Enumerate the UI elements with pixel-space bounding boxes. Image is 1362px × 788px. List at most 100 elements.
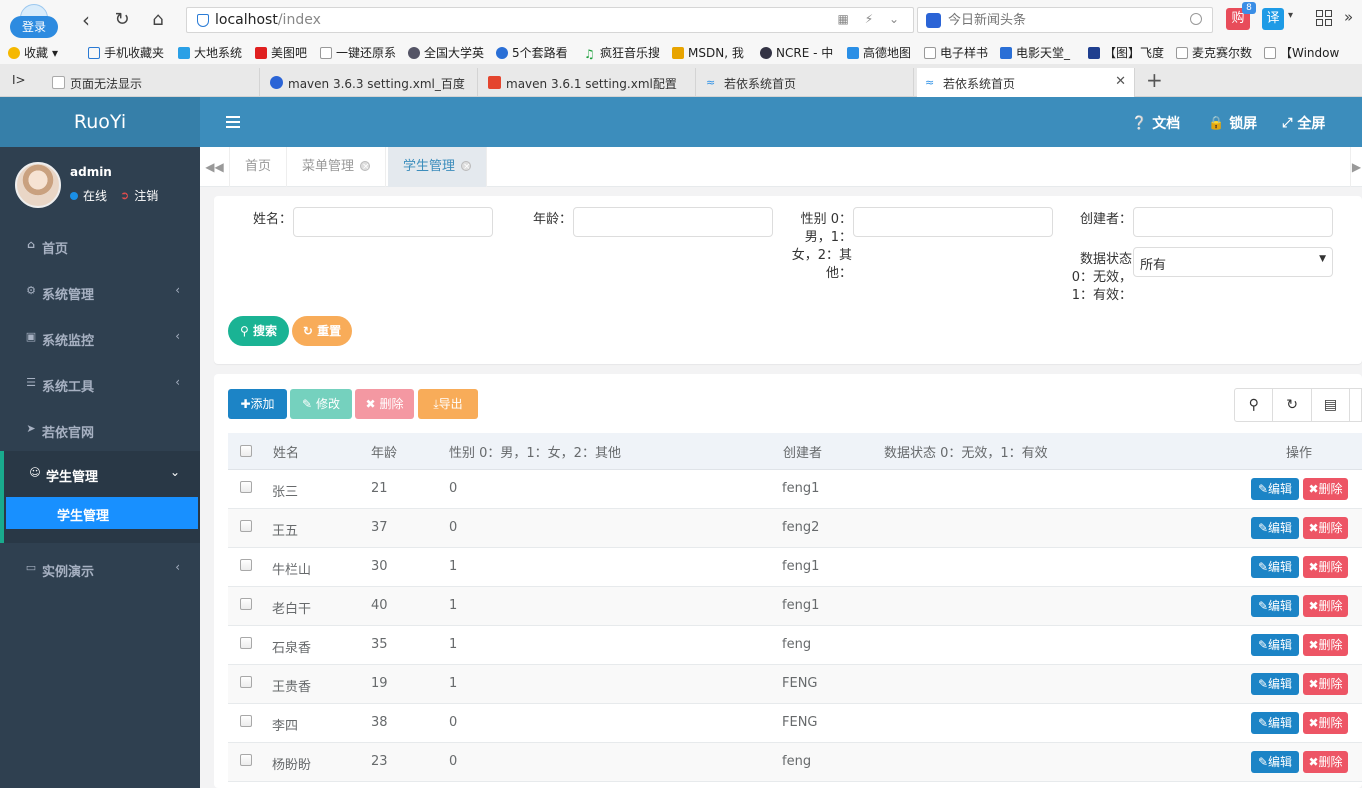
chevron-down-icon[interactable]: ▾ — [1288, 10, 1293, 21]
reset-button[interactable]: ↻ 重置 — [292, 316, 352, 346]
tabs-scroll-left-icon[interactable]: ◀◀ — [200, 147, 230, 187]
bookmark-item[interactable]: 高德地图 — [847, 44, 911, 61]
bookmark-item[interactable]: 麦克赛尔数 — [1176, 44, 1252, 61]
logout-icon[interactable]: ➲ — [120, 189, 129, 202]
search-icon[interactable] — [1190, 13, 1202, 25]
row-edit-button[interactable]: ✎编辑 — [1251, 478, 1299, 500]
name-input[interactable] — [293, 207, 493, 237]
tabs-scroll-right-icon[interactable]: ▶ — [1350, 147, 1362, 187]
row-checkbox[interactable] — [240, 754, 252, 766]
row-edit-button[interactable]: ✎编辑 — [1251, 517, 1299, 539]
bookmark-item[interactable]: MSDN, 我 — [672, 44, 744, 61]
edit-button[interactable]: ✎ 修改 — [290, 389, 352, 419]
back-icon[interactable]: ‹ — [74, 8, 98, 32]
table-row[interactable]: 王五 37 0 feng2 ✎编辑 ✖删除 — [228, 509, 1362, 548]
sidebar-item-website[interactable]: ➤ 若依官网 — [0, 407, 200, 453]
logout-link[interactable]: 注销 — [134, 187, 158, 204]
row-edit-button[interactable]: ✎编辑 — [1251, 595, 1299, 617]
row-checkbox[interactable] — [240, 676, 252, 688]
bookmark-item[interactable]: 一键还原系 — [320, 44, 396, 61]
table-row[interactable]: 李四 38 0 FENG ✎编辑 ✖删除 — [228, 704, 1362, 743]
new-tab-icon[interactable]: + — [1146, 68, 1163, 92]
browser-tab[interactable]: maven 3.6.3 setting.xml_百度 — [262, 68, 478, 97]
lock-screen-link[interactable]: 🔒 锁屏 — [1208, 113, 1257, 133]
bookmark-item[interactable]: 【Window — [1264, 44, 1339, 61]
column-header[interactable]: 年龄 — [371, 442, 397, 461]
row-checkbox[interactable] — [240, 715, 252, 727]
age-input[interactable] — [573, 207, 773, 237]
row-delete-button[interactable]: ✖删除 — [1303, 556, 1348, 578]
tab-student[interactable]: 学生管理 — [388, 147, 488, 187]
search-button[interactable]: ⚲ 搜索 — [228, 316, 289, 346]
browser-tab[interactable]: maven 3.6.1 setting.xml配置 — [480, 68, 696, 97]
columns-icon[interactable]: ▤ — [1312, 389, 1351, 421]
sidebar-item-home[interactable]: ⌂ 首页 — [0, 223, 200, 269]
browser-tab[interactable]: ≈ 若依系统首页 — [698, 68, 914, 97]
row-checkbox[interactable] — [240, 520, 252, 532]
address-tools-icon[interactable]: ▦ ⚡ ⌄ — [838, 12, 905, 26]
table-row[interactable]: 老白干 40 1 feng1 ✎编辑 ✖删除 — [228, 587, 1362, 626]
browser-tab[interactable]: 页面无法显示 — [44, 68, 260, 97]
row-edit-button[interactable]: ✎编辑 — [1251, 712, 1299, 734]
status-select[interactable]: 所有 ▼ — [1133, 247, 1333, 277]
login-button[interactable]: 登录 — [10, 16, 58, 38]
more-tools-icon[interactable] — [1350, 389, 1361, 421]
delete-button[interactable]: ✖ 删除 — [355, 389, 414, 419]
bookmark-item[interactable]: 电影天堂_ — [1000, 44, 1070, 61]
home-icon[interactable]: ⌂ — [146, 8, 170, 32]
browser-search[interactable] — [917, 7, 1213, 33]
address-bar[interactable]: localhost/index ▦ ⚡ ⌄ — [186, 7, 914, 33]
bookmark-item[interactable]: 手机收藏夹 — [88, 44, 164, 61]
row-checkbox[interactable] — [240, 481, 252, 493]
sidebar-item-monitor[interactable]: ▣ 系统监控 ‹ — [0, 315, 200, 361]
row-edit-button[interactable]: ✎编辑 — [1251, 634, 1299, 656]
close-icon[interactable] — [360, 147, 371, 187]
select-all-checkbox[interactable] — [240, 445, 252, 457]
tab-menu[interactable]: 菜单管理 — [287, 147, 387, 187]
column-header[interactable]: 性别 0：男，1：女，2：其他 — [449, 442, 621, 461]
bookmark-item[interactable]: 大地系统 — [178, 44, 242, 61]
row-delete-button[interactable]: ✖删除 — [1303, 478, 1348, 500]
row-checkbox[interactable] — [240, 637, 252, 649]
menu-toggle-icon[interactable] — [226, 116, 240, 128]
bookmark-item[interactable]: ♫ 疯狂音乐搜 — [584, 44, 660, 61]
row-edit-button[interactable]: ✎编辑 — [1251, 673, 1299, 695]
refresh-icon[interactable]: ↻ — [110, 8, 134, 32]
close-icon[interactable]: ✕ — [1115, 74, 1126, 89]
bookmark-item[interactable]: 美图吧 — [255, 44, 307, 61]
tab-home[interactable]: 首页 — [230, 147, 288, 187]
row-delete-button[interactable]: ✖删除 — [1303, 595, 1348, 617]
bookmark-item[interactable]: 全国大学英 — [408, 44, 484, 61]
bookmark-item[interactable]: 5个套路看 — [496, 44, 568, 61]
sidebar-item-tools[interactable]: ☰ 系统工具 ‹ — [0, 361, 200, 407]
search-toggle-icon[interactable]: ⚲ — [1235, 389, 1274, 421]
row-delete-button[interactable]: ✖删除 — [1303, 517, 1348, 539]
creator-input[interactable] — [1133, 207, 1333, 237]
translate-extension-button[interactable]: 译 — [1262, 8, 1284, 30]
add-button[interactable]: ✚添加 — [228, 389, 287, 419]
close-icon[interactable] — [461, 147, 472, 187]
row-delete-button[interactable]: ✖删除 — [1303, 712, 1348, 734]
row-delete-button[interactable]: ✖删除 — [1303, 634, 1348, 656]
bookmark-item[interactable]: 【图】飞度 — [1088, 44, 1164, 61]
bookmark-item[interactable]: 电子样书 — [924, 44, 988, 61]
sidebar-item-demo[interactable]: ▭ 实例演示 ‹ — [0, 546, 200, 592]
row-delete-button[interactable]: ✖删除 — [1303, 673, 1348, 695]
bookmark-item[interactable]: NCRE - 中 — [760, 44, 833, 61]
column-header[interactable]: 数据状态 0：无效，1：有效 — [884, 442, 1048, 461]
column-header[interactable]: 创建者 — [783, 442, 822, 461]
row-edit-button[interactable]: ✎编辑 — [1251, 556, 1299, 578]
table-row[interactable]: 石泉香 35 1 feng ✎编辑 ✖删除 — [228, 626, 1362, 665]
apps-grid-icon[interactable] — [1316, 10, 1332, 26]
table-row[interactable]: 王贵香 19 1 FENG ✎编辑 ✖删除 — [228, 665, 1362, 704]
brand-logo[interactable]: RuoYi — [0, 97, 200, 147]
refresh-icon[interactable]: ↻ — [1273, 389, 1312, 421]
column-header[interactable]: 姓名 — [273, 442, 299, 461]
table-row[interactable]: 杨盼盼 23 0 feng ✎编辑 ✖删除 — [228, 743, 1362, 782]
browser-search-input[interactable] — [948, 11, 1178, 29]
sidebar-subitem-student[interactable]: 学生管理 — [6, 497, 198, 529]
avatar[interactable] — [15, 162, 61, 208]
more-icon[interactable]: » — [1344, 8, 1353, 26]
tab-sidebar-toggle-icon[interactable]: I> — [12, 73, 26, 87]
row-checkbox[interactable] — [240, 598, 252, 610]
